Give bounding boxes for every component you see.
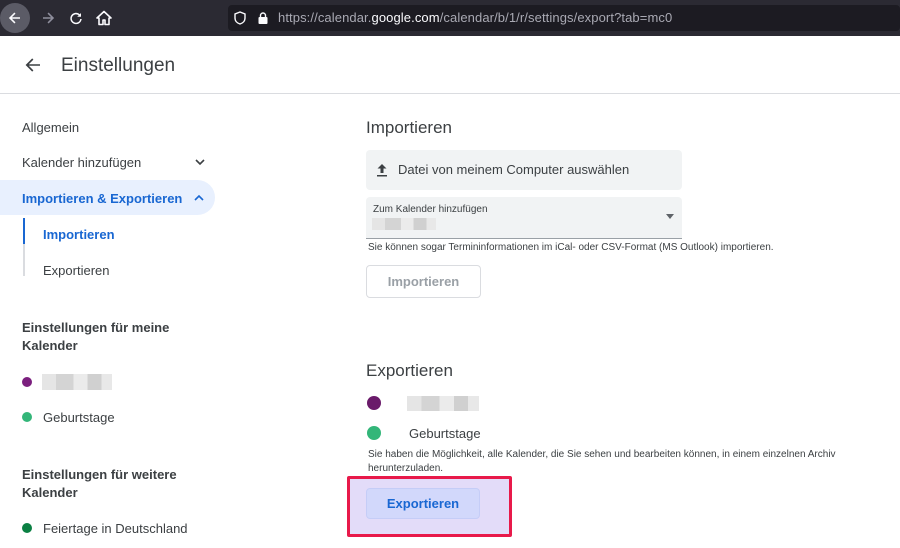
export-hint: Sie haben die Möglichkeit, alle Kalender… — [368, 449, 836, 474]
address-bar[interactable]: https://calendar.google.com/calendar/b/1… — [228, 5, 900, 31]
target-calendar-label: Zum Kalender hinzufügen — [373, 204, 488, 215]
url-suffix: /calendar/b/1/r/settings/export?tab=mc0 — [439, 10, 673, 25]
calendar-color-dot — [22, 523, 32, 533]
chevron-down-icon[interactable] — [194, 156, 206, 168]
import-button[interactable]: Importieren — [366, 265, 481, 298]
sidebar-calendar-geburtstage[interactable]: Geburtstage — [43, 410, 115, 425]
target-calendar-select[interactable]: Zum Kalender hinzufügen — [366, 197, 682, 239]
browser-forward-button[interactable] — [34, 4, 62, 32]
settings-sidebar: Allgemein Kalender hinzufügen Importiere… — [0, 95, 235, 548]
redacted-calendar-name[interactable] — [42, 374, 112, 390]
my-calendars-section-title: Einstellungen für meine Kalender — [22, 320, 170, 353]
browser-toolbar: https://calendar.google.com/calendar/b/1… — [0, 0, 900, 36]
url-domain: google.com — [371, 10, 440, 25]
browser-back-button[interactable] — [0, 3, 30, 33]
export-calendar-row — [366, 393, 666, 413]
arrow-left-icon — [8, 12, 20, 24]
sidebar-item-import-export-label[interactable]: Importieren & Exportieren — [22, 191, 182, 206]
lock-icon[interactable] — [256, 11, 270, 25]
back-arrow-icon[interactable] — [22, 54, 44, 76]
sidebar-item-allgemein[interactable]: Allgemein — [22, 120, 79, 135]
other-calendars-section-title: Einstellungen für weitere Kalender — [22, 467, 177, 500]
sidebar-item-exportieren[interactable]: Exportieren — [43, 263, 109, 278]
choose-file-label: Datei von meinem Computer auswählen — [398, 162, 630, 177]
settings-header: Einstellungen — [0, 36, 900, 94]
url-prefix: https://calendar. — [278, 10, 372, 25]
arrow-right-icon — [43, 12, 55, 24]
choose-file-button[interactable]: Datei von meinem Computer auswählen — [366, 150, 682, 190]
subnav-active-indicator — [23, 218, 25, 244]
reload-icon — [70, 12, 82, 25]
export-heading: Exportieren — [366, 361, 453, 380]
calendar-color-dot — [367, 426, 381, 440]
import-export-panel: Importieren Datei von meinem Computer au… — [347, 95, 900, 548]
sidebar-item-kalender-hinzufuegen[interactable]: Kalender hinzufügen — [22, 155, 141, 170]
sidebar-item-importieren[interactable]: Importieren — [43, 227, 115, 242]
calendar-color-dot — [367, 396, 381, 410]
chevron-up-icon[interactable] — [193, 192, 205, 204]
browser-home-button[interactable] — [90, 4, 118, 32]
export-highlight-box — [347, 476, 512, 537]
export-calendar-row: Geburtstage — [366, 423, 666, 443]
redacted-calendar-name — [407, 396, 479, 411]
calendar-color-dot — [22, 377, 32, 387]
import-hint: Sie können sogar Termininformationen im … — [368, 242, 774, 253]
import-heading: Importieren — [366, 118, 452, 137]
url-text: https://calendar.google.com/calendar/b/1… — [278, 10, 672, 25]
calendar-color-dot — [22, 412, 32, 422]
shield-icon[interactable] — [233, 11, 247, 25]
upload-icon — [377, 164, 387, 177]
browser-reload-button[interactable] — [62, 4, 90, 32]
sidebar-calendar-feiertage[interactable]: Feiertage in Deutschland — [43, 521, 188, 536]
dropdown-arrow-icon[interactable] — [666, 214, 674, 219]
export-calendar-geburtstage: Geburtstage — [409, 426, 481, 441]
page-title: Einstellungen — [61, 55, 176, 76]
redacted-selected-calendar — [372, 218, 436, 230]
home-icon — [96, 10, 112, 26]
